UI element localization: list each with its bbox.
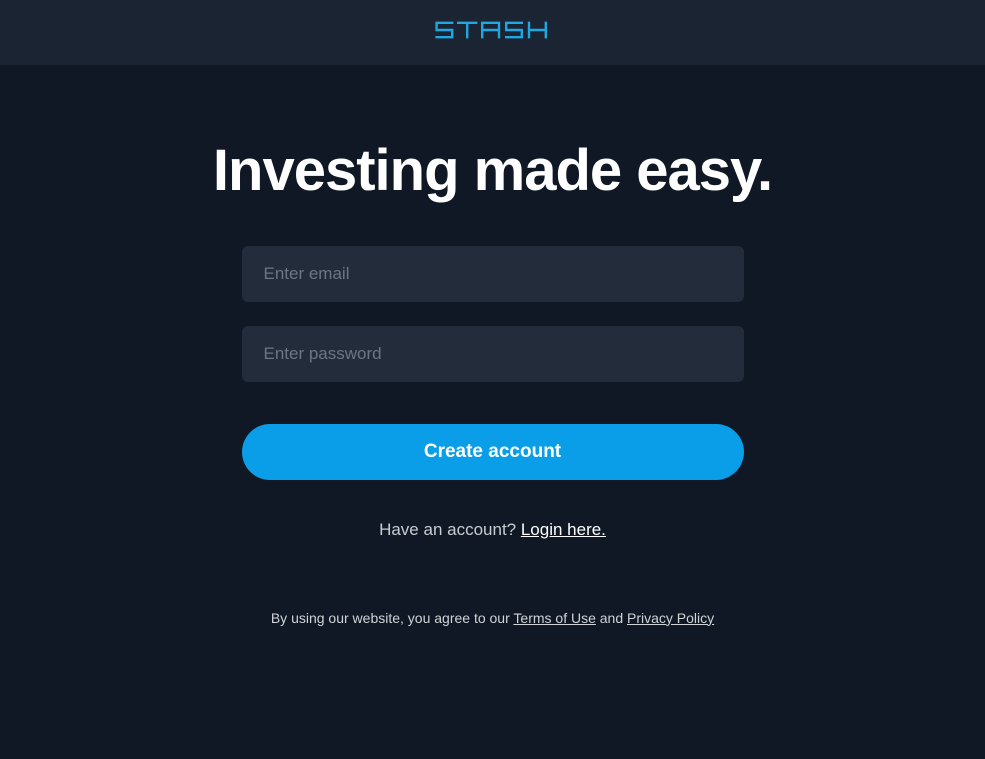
legal-conjunction: and [596,610,627,626]
password-field[interactable] [242,326,744,382]
signup-form: Create account [242,246,744,480]
terms-of-use-link[interactable]: Terms of Use [513,610,595,626]
page-headline: Investing made easy. [213,135,772,208]
create-account-button[interactable]: Create account [242,424,744,480]
email-field[interactable] [242,246,744,302]
privacy-policy-link[interactable]: Privacy Policy [627,610,714,626]
header-bar [0,0,985,65]
legal-text: By using our website, you agree to our T… [271,610,714,626]
legal-prefix: By using our website, you agree to our [271,610,514,626]
main-content: Investing made easy. Create account Have… [0,65,985,626]
login-link[interactable]: Login here. [521,520,606,539]
login-prompt: Have an account? Login here. [379,520,606,540]
login-prompt-text: Have an account? [379,520,521,539]
stash-logo[interactable] [433,17,553,49]
